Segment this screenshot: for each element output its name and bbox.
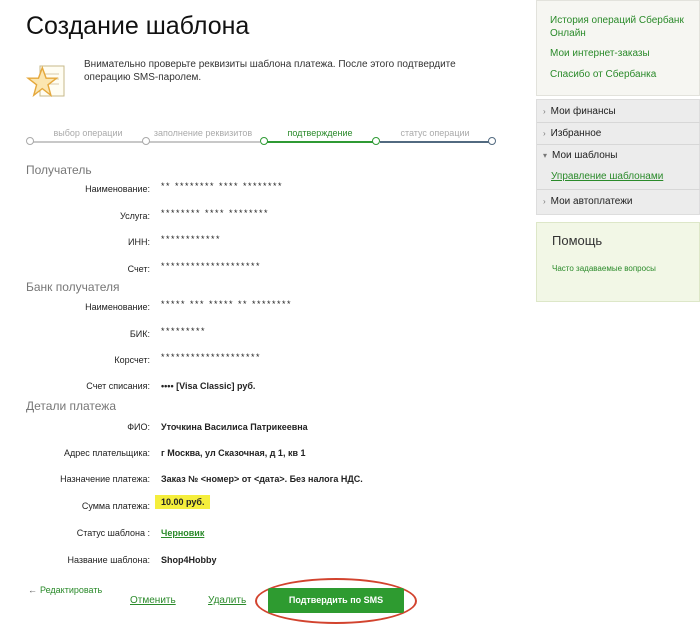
chevron-right-icon: › [543, 129, 546, 138]
field-label: ИНН: [128, 237, 150, 247]
sidebar-item-finances[interactable]: › Мои финансы [537, 106, 700, 117]
chevron-right-icon: › [543, 197, 546, 206]
progress-dot [142, 137, 150, 145]
progress-bar: выбор операции заполнение реквизитов под… [26, 124, 496, 150]
progress-step: статус операции [400, 128, 470, 138]
delete-link[interactable]: Удалить [208, 595, 246, 606]
notice-block: Внимательно проверьте реквизиты шаблона … [25, 58, 496, 102]
action-bar: ← Редактировать Отменить Удалить Подтверд… [0, 578, 530, 624]
field-value: ************ [161, 234, 222, 244]
progress-dot [488, 137, 496, 145]
sidebar-link-orders[interactable]: Мои интернет-заказы [550, 47, 695, 60]
back-arrow-icon: ← [28, 585, 37, 595]
amount-highlight: 10.00 руб. [155, 495, 211, 509]
sidebar-item-label: Мои автоплатежи [550, 196, 633, 207]
field-label: БИК: [129, 329, 150, 339]
sidebar-menu: › Мои финансы › Избранное ▾ Мои шаблоны Упр… [536, 99, 700, 215]
progress-step-active: подтверждение [287, 128, 353, 138]
sidebar-subitem-manage-templates[interactable]: Управление шаблонами [551, 171, 663, 182]
progress-dot [26, 137, 34, 145]
edit-label: Редактировать [40, 585, 103, 595]
progress-dot [260, 137, 268, 145]
main-content: Создание шаблона Внимательно проверьте р… [0, 0, 530, 628]
sidebar-item-autopayments[interactable]: › Мои автоплатежи [537, 196, 700, 207]
field-label: ФИО: [127, 422, 150, 432]
star-document-icon [25, 60, 70, 100]
field-value: ********* [161, 326, 207, 336]
section-title-payment: Детали платежа [26, 399, 116, 413]
help-title: Помощь [552, 233, 603, 248]
notice-text: Внимательно проверьте реквизиты шаблона … [84, 59, 456, 83]
field-label: Счет списания: [86, 381, 150, 391]
section-title-recipient: Получатель [26, 163, 92, 177]
sidebar-item-templates[interactable]: ▾ Мои шаблоны [537, 150, 700, 161]
field-value: ** ******** **** ******** [161, 181, 284, 191]
sidebar-links-box: История операций Сбербанк Онлайн Мои инт… [536, 0, 700, 96]
field-label: Счет: [127, 264, 150, 274]
sidebar-item-favorites[interactable]: › Избранное [537, 128, 700, 139]
field-label: Статус шаблона : [76, 528, 150, 538]
progress-dot [372, 137, 380, 145]
address-value: г Москва, ул Сказочная, д 1, кв 1 [161, 448, 306, 458]
status-link[interactable]: Черновик [161, 528, 204, 538]
account-value: •••• [Visa Classic] руб. [161, 381, 256, 391]
purpose-value: Заказ № <номер> от <дата>. Без налога НД… [161, 474, 363, 484]
field-label: Назначение платежа: [60, 474, 150, 484]
sidebar-link-history[interactable]: История операций Сбербанк Онлайн [550, 14, 695, 40]
cancel-link[interactable]: Отменить [130, 595, 176, 606]
field-label: Сумма платежа: [81, 501, 150, 511]
field-value: ***** *** ***** ** ******** [161, 299, 293, 309]
field-label: Наименование: [85, 302, 150, 312]
sidebar: История операций Сбербанк Онлайн Мои инт… [536, 0, 700, 628]
amount-value: 10.00 руб. [155, 495, 211, 509]
sidebar-item-label: Избранное [550, 128, 602, 139]
field-value: ******************** [161, 352, 262, 362]
help-box: Помощь Часто задаваемые вопросы [536, 222, 700, 302]
sidebar-item-label: Мои шаблоны [552, 150, 618, 161]
confirm-sms-button[interactable]: Подтвердить по SMS [268, 588, 404, 613]
template-name-value: Shop4Hobby [161, 555, 217, 565]
progress-step: выбор операции [53, 128, 123, 138]
status-value: Черновик [161, 528, 204, 538]
field-label: Адрес плательщика: [64, 448, 150, 458]
field-label: Наименование: [85, 184, 150, 194]
sidebar-item-label: Мои финансы [550, 106, 616, 117]
page-title: Создание шаблона [26, 12, 250, 40]
field-label: Услуга: [120, 211, 150, 221]
faq-link[interactable]: Часто задаваемые вопросы [552, 263, 662, 274]
chevron-down-icon: ▾ [543, 151, 548, 160]
field-value: ******** **** ******** [161, 208, 270, 218]
field-label: Корсчет: [114, 355, 150, 365]
field-value: ******************** [161, 261, 262, 271]
sidebar-link-spasibo[interactable]: Спасибо от Сбербанка [550, 68, 695, 81]
chevron-right-icon: › [543, 107, 546, 116]
progress-step: заполнение реквизитов [153, 128, 253, 138]
edit-link[interactable]: ← Редактировать [28, 585, 102, 595]
fio-value: Уточкина Василиса Патрикеевна [161, 422, 308, 432]
field-label: Название шаблона: [67, 555, 150, 565]
section-title-bank: Банк получателя [26, 280, 120, 294]
